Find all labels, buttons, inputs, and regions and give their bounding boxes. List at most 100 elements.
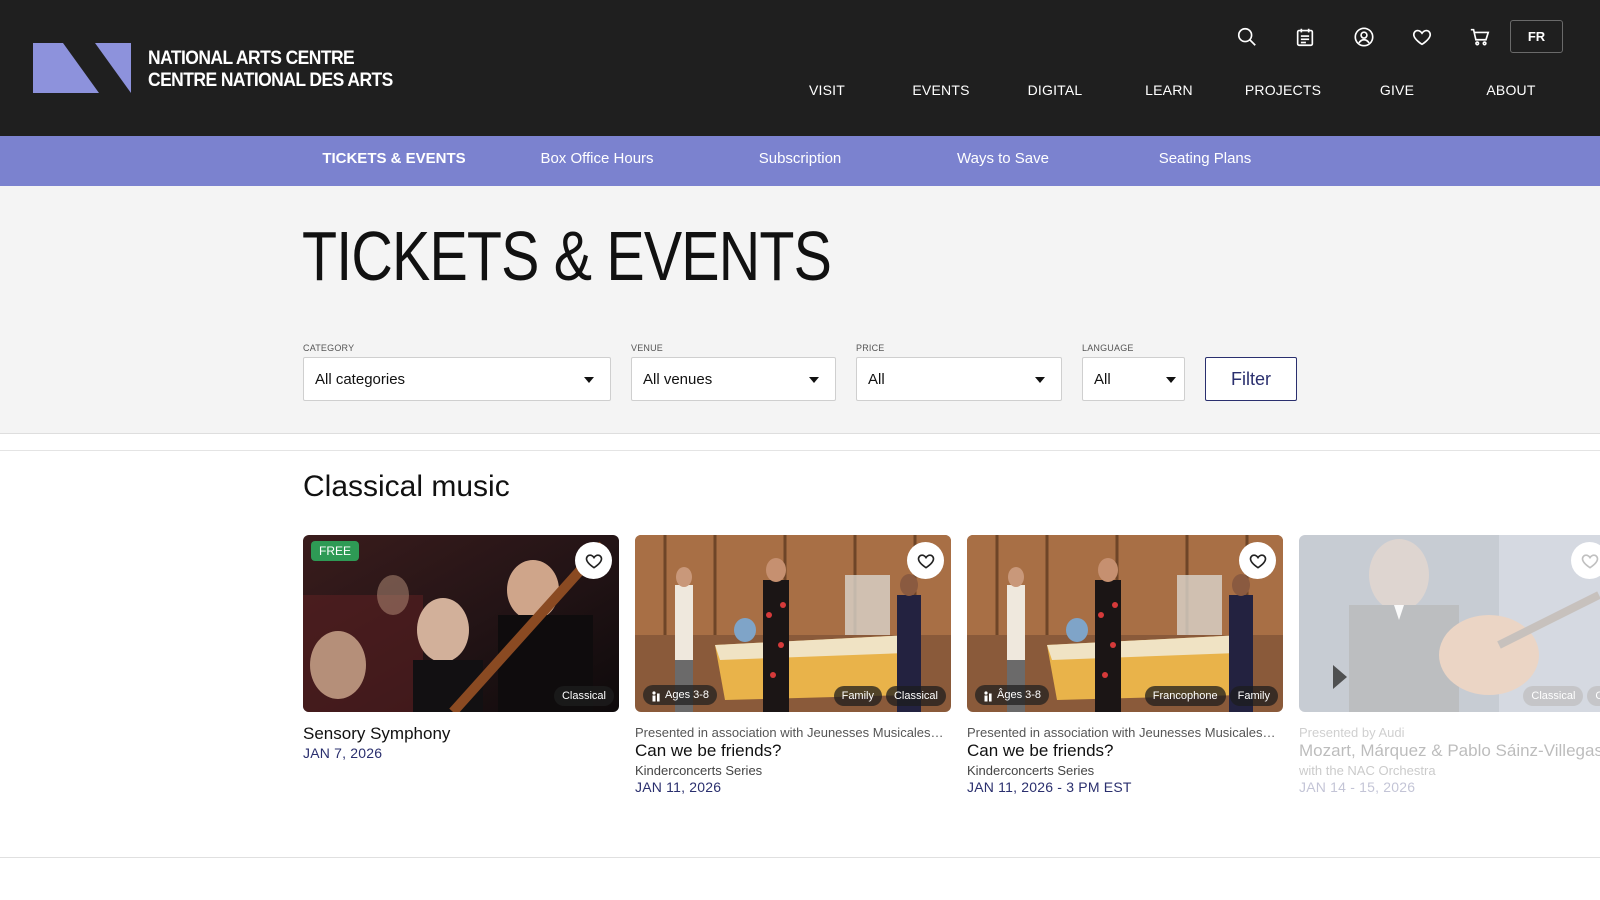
page-hero: TICKETS & EVENTS CATEGORY All categories… [0,186,1600,434]
event-image[interactable]: Âges 3-8 Francophone Family [967,535,1283,712]
nac-logo[interactable] [33,43,131,93]
category-select[interactable]: All categories [303,357,611,401]
event-card[interactable]: Ages 3-8 Family Classical Presented in a… [635,535,951,795]
section-subnav: TICKETS & EVENTS Box Office Hours Subscr… [0,136,1600,186]
event-title[interactable]: Sensory Symphony [303,724,619,744]
nav-projects[interactable]: PROJECTS [1226,82,1340,98]
search-button[interactable] [1235,22,1259,52]
event-date: JAN 11, 2026 - 3 PM EST [967,779,1132,795]
event-date: JAN 14 - 15, 2026 [1299,779,1416,795]
event-presenter: Presented in association with Jeunesses … [967,725,1276,740]
tag-family: Family [1229,686,1278,706]
child-icon [652,691,660,702]
chevron-right-icon [1333,665,1347,689]
calendar-icon [1296,28,1314,47]
heart-icon [1412,29,1432,46]
heart-icon [585,553,602,569]
event-presenter: Presented by Audi [1299,725,1405,740]
venue-filter-label: VENUE [631,343,664,353]
favourite-button[interactable] [1239,542,1276,579]
subnav-tickets-events[interactable]: TICKETS & EVENTS [304,150,484,167]
account-icon [1354,27,1374,47]
free-badge: FREE [311,541,360,561]
language-select-value: All [1094,370,1111,388]
account-button[interactable] [1352,22,1376,52]
heart-icon [1249,553,1266,569]
favourite-button[interactable] [907,542,944,579]
event-series: Kinderconcerts Series [967,763,1095,778]
category-select-value: All categories [315,370,406,388]
tag-classical: Classical [885,686,946,706]
divider [0,450,1600,451]
logo-text-en: NATIONAL ARTS CENTRE [148,48,355,69]
tag-list: Classical [553,686,614,706]
event-date: JAN 11, 2026 [635,779,722,795]
event-date: JAN 7, 2026 [303,745,383,761]
subnav-seating-plans[interactable]: Seating Plans [1115,150,1295,167]
site-header: NATIONAL ARTS CENTRE CENTRE NATIONAL DES… [0,0,1600,136]
logo-text-fr: CENTRE NATIONAL DES ARTS [148,70,393,91]
tag-classical: Classical [1523,686,1584,706]
language-select[interactable]: All [1082,357,1185,401]
logo-wordmark[interactable]: NATIONAL ARTS CENTRE CENTRE NATIONAL DES… [148,48,393,92]
tag-creation: Creation [1587,686,1600,706]
tag-list: Family Classical [833,686,946,706]
section-title: Classical music [303,470,510,503]
chevron-down-icon [809,377,819,383]
chevron-down-icon [1035,377,1045,383]
event-image[interactable]: Ages 3-8 Family Classical [635,535,951,712]
tag-list: Francophone Family [1144,686,1278,706]
venue-select-value: All venues [643,370,713,388]
age-badge: Ages 3-8 [643,685,718,705]
tag-list: Classical Creation [1523,686,1600,706]
subnav-ways-to-save[interactable]: Ways to Save [913,150,1093,167]
main-nav: VISIT EVENTS DIGITAL LEARN PROJECTS GIVE… [770,82,1600,106]
event-image[interactable]: FREE Classical [303,535,619,712]
age-badge: Âges 3-8 [975,685,1050,705]
nav-about[interactable]: ABOUT [1454,82,1568,98]
event-card[interactable]: Âges 3-8 Francophone Family Presented in… [967,535,1283,795]
cart-icon [1470,28,1490,46]
page-title: TICKETS & EVENTS [302,217,832,295]
price-select[interactable]: All [856,357,1062,401]
chevron-down-icon [584,377,594,383]
event-series: with the NAC Orchestra [1299,763,1436,778]
subnav-subscription[interactable]: Subscription [710,150,890,167]
tag-francophone: Francophone [1144,686,1226,706]
nav-give[interactable]: GIVE [1340,82,1454,98]
nav-events[interactable]: EVENTS [884,82,998,98]
divider [0,857,1600,858]
filter-button[interactable]: Filter [1205,357,1297,401]
event-title[interactable]: Can we be friends? [635,741,951,761]
chevron-down-icon [1166,377,1176,383]
age-badge-label: Ages 3-8 [665,689,710,701]
price-filter-label: PRICE [856,343,885,353]
event-presenter: Presented in association with Jeunesses … [635,725,944,740]
event-card[interactable]: FREE Classical Sensory Symphony JAN 7, 2… [303,535,619,761]
nav-digital[interactable]: DIGITAL [998,82,1112,98]
favourites-button[interactable] [1410,22,1434,52]
language-toggle-button[interactable]: FR [1510,20,1563,53]
subnav-box-office-hours[interactable]: Box Office Hours [507,150,687,167]
tag-family: Family [833,686,882,706]
favourite-button[interactable] [1571,542,1600,579]
favourite-button[interactable] [575,542,612,579]
search-icon [1237,27,1256,46]
cart-button[interactable] [1468,22,1492,52]
venue-select[interactable]: All venues [631,357,836,401]
calendar-button[interactable] [1293,22,1317,52]
event-title[interactable]: Mozart, Márquez & Pablo Sáinz-Villegas [1299,741,1600,761]
child-icon [984,691,992,702]
event-title[interactable]: Can we be friends? [967,741,1283,761]
heart-icon [917,553,934,569]
nav-learn[interactable]: LEARN [1112,82,1226,98]
carousel-next-button[interactable] [1329,660,1351,694]
tag-classical: Classical [553,686,614,706]
price-select-value: All [868,370,885,388]
heart-icon [1581,553,1598,569]
nav-visit[interactable]: VISIT [770,82,884,98]
age-badge-label: Âges 3-8 [997,689,1042,701]
event-series: Kinderconcerts Series [635,763,763,778]
category-filter-label: CATEGORY [303,343,355,353]
language-filter-label: LANGUAGE [1082,343,1134,353]
